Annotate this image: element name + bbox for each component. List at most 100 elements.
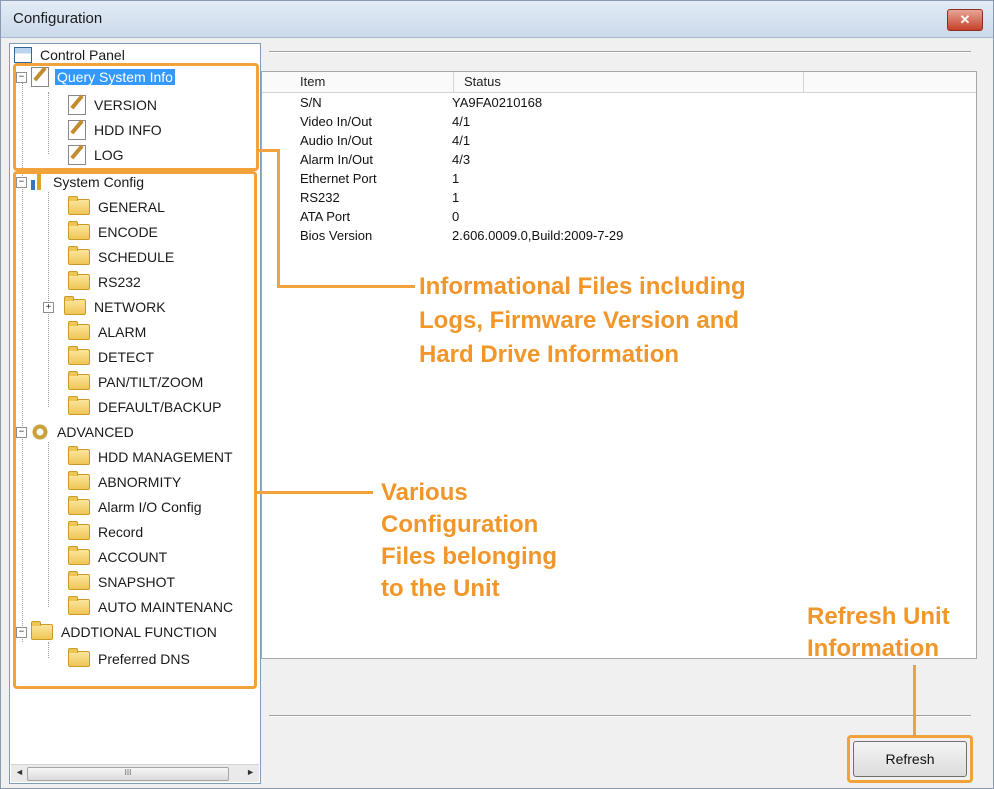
tree-item-network[interactable]: + NETWORK [43, 296, 168, 318]
title-bar: Configuration ✕ [1, 1, 993, 38]
cell-item: S/N [300, 95, 322, 110]
tree-item-auto-maintenance[interactable]: AUTO MAINTENANC [68, 596, 235, 618]
tree-item-label: System Config [53, 174, 145, 190]
tree-item-general[interactable]: GENERAL [68, 196, 167, 218]
column-header-status[interactable]: Status [454, 72, 804, 92]
tree-item-version[interactable]: VERSION [68, 94, 159, 116]
cell-status: 4/1 [452, 114, 471, 129]
list-header: Item Status [262, 72, 976, 93]
tree-item-rs232[interactable]: RS232 [68, 271, 143, 293]
tree-item-log[interactable]: LOG [68, 144, 126, 166]
tree-item-abnormity[interactable]: ABNORMITY [68, 471, 183, 493]
tree-item-label: SNAPSHOT [98, 574, 176, 590]
cell-status: 0 [452, 209, 460, 224]
top-separator [269, 51, 971, 53]
cell-status: 1 [452, 171, 460, 186]
annotation-config-line-3: Files belonging [381, 543, 558, 570]
collapse-toggle[interactable]: − [16, 176, 27, 188]
cell-item: Alarm In/Out [300, 152, 373, 167]
tree-item-account[interactable]: ACCOUNT [68, 546, 169, 568]
annotation-info-line-2: Logs, Firmware Version and [419, 307, 740, 334]
tree-item-additional-function[interactable]: − ADDTIONAL FUNCTION [16, 621, 219, 643]
close-button[interactable]: ✕ [947, 9, 983, 31]
tree-item-snapshot[interactable]: SNAPSHOT [68, 571, 177, 593]
system-config-icon [31, 174, 45, 190]
tree-item-label: ALARM [98, 324, 147, 340]
tree-connector [48, 442, 49, 607]
control-panel-tree[interactable]: Control Panel − Query System Info VERSIO… [9, 43, 261, 784]
expand-toggle[interactable]: + [43, 301, 54, 313]
scroll-left-icon[interactable]: ◄ [15, 767, 24, 777]
document-edit-icon [68, 95, 86, 115]
annotation-config-line-1: Various [381, 479, 468, 506]
tree-item-system-config[interactable]: − System Config [16, 171, 146, 193]
folder-icon [68, 471, 90, 490]
tree-item-schedule[interactable]: SCHEDULE [68, 246, 176, 268]
annotation-info-line-1: Informational Files including [419, 273, 746, 300]
horizontal-scrollbar[interactable]: ◄ III ► [11, 764, 259, 782]
folder-icon [31, 621, 53, 640]
bottom-separator [269, 715, 971, 717]
cell-item: RS232 [300, 190, 340, 205]
tree-item-alarm-io-config[interactable]: Alarm I/O Config [68, 496, 203, 518]
cell-item: Ethernet Port [300, 171, 377, 186]
collapse-toggle[interactable]: − [16, 71, 27, 83]
cell-item: Audio In/Out [300, 133, 373, 148]
scroll-right-icon[interactable]: ► [246, 767, 255, 777]
annotation-config-line-4: to the Unit [381, 575, 500, 602]
tree-item-label: RS232 [98, 274, 141, 290]
tree-item-label: ABNORMITY [98, 474, 182, 490]
collapse-toggle[interactable]: − [16, 626, 27, 638]
tree-connector [22, 80, 23, 642]
tree-item-detect[interactable]: DETECT [68, 346, 156, 368]
folder-icon [68, 196, 90, 215]
tree-item-encode[interactable]: ENCODE [68, 221, 160, 243]
document-edit-icon [68, 120, 86, 140]
tree-item-label: VERSION [94, 97, 158, 113]
tree-item-hdd-management[interactable]: HDD MANAGEMENT [68, 446, 235, 468]
folder-icon [68, 571, 90, 590]
folder-icon [68, 246, 90, 265]
tree-item-label: SCHEDULE [98, 249, 175, 265]
refresh-button[interactable]: Refresh [853, 741, 967, 777]
folder-icon [68, 596, 90, 615]
folder-icon [68, 521, 90, 540]
column-header-item[interactable]: Item [290, 72, 454, 92]
tree-item-preferred-dns[interactable]: Preferred DNS [68, 648, 192, 670]
tree-item-advanced[interactable]: − ADVANCED [16, 421, 136, 443]
callout-line [277, 149, 280, 287]
cell-status: 1 [452, 190, 460, 205]
folder-icon [68, 221, 90, 240]
tree-item-pan-tilt-zoom[interactable]: PAN/TILT/ZOOM [68, 371, 205, 393]
tree-item-record[interactable]: Record [68, 521, 145, 543]
tree-item-label: Alarm I/O Config [98, 499, 202, 515]
tree-item-label: Preferred DNS [98, 651, 190, 667]
tree-item-control-panel[interactable]: Control Panel [14, 44, 127, 66]
callout-line [257, 491, 373, 494]
configuration-window: Configuration ✕ Control Panel − Query Sy… [0, 0, 994, 789]
tree-item-alarm[interactable]: ALARM [68, 321, 148, 343]
folder-icon [68, 371, 90, 390]
folder-icon [68, 648, 90, 667]
tree-item-label: HDD INFO [94, 122, 162, 138]
tree-item-label: DETECT [98, 349, 154, 365]
tree-item-hdd-info[interactable]: HDD INFO [68, 119, 164, 141]
collapse-toggle[interactable]: − [16, 426, 27, 438]
tree-item-label: Query System Info [55, 69, 175, 85]
tree-item-default-backup[interactable]: DEFAULT/BACKUP [68, 396, 223, 418]
scrollbar-thumb[interactable]: III [27, 767, 229, 781]
cell-status: 4/3 [452, 152, 471, 167]
tree-item-label: GENERAL [98, 199, 165, 215]
folder-icon [68, 321, 90, 340]
folder-icon [68, 346, 90, 365]
document-edit-icon [68, 145, 86, 165]
callout-line [259, 149, 279, 152]
cell-status: YA9FA0210168 [452, 95, 543, 110]
callout-line [913, 665, 916, 737]
close-icon: ✕ [959, 12, 971, 27]
tree-item-label: PAN/TILT/ZOOM [98, 374, 204, 390]
tree-item-query-system-info[interactable]: − Query System Info [16, 66, 175, 88]
tree-item-label: AUTO MAINTENANC [98, 599, 234, 615]
cell-status: 2.606.0009.0,Build:2009-7-29 [452, 228, 624, 243]
folder-icon [68, 396, 90, 415]
